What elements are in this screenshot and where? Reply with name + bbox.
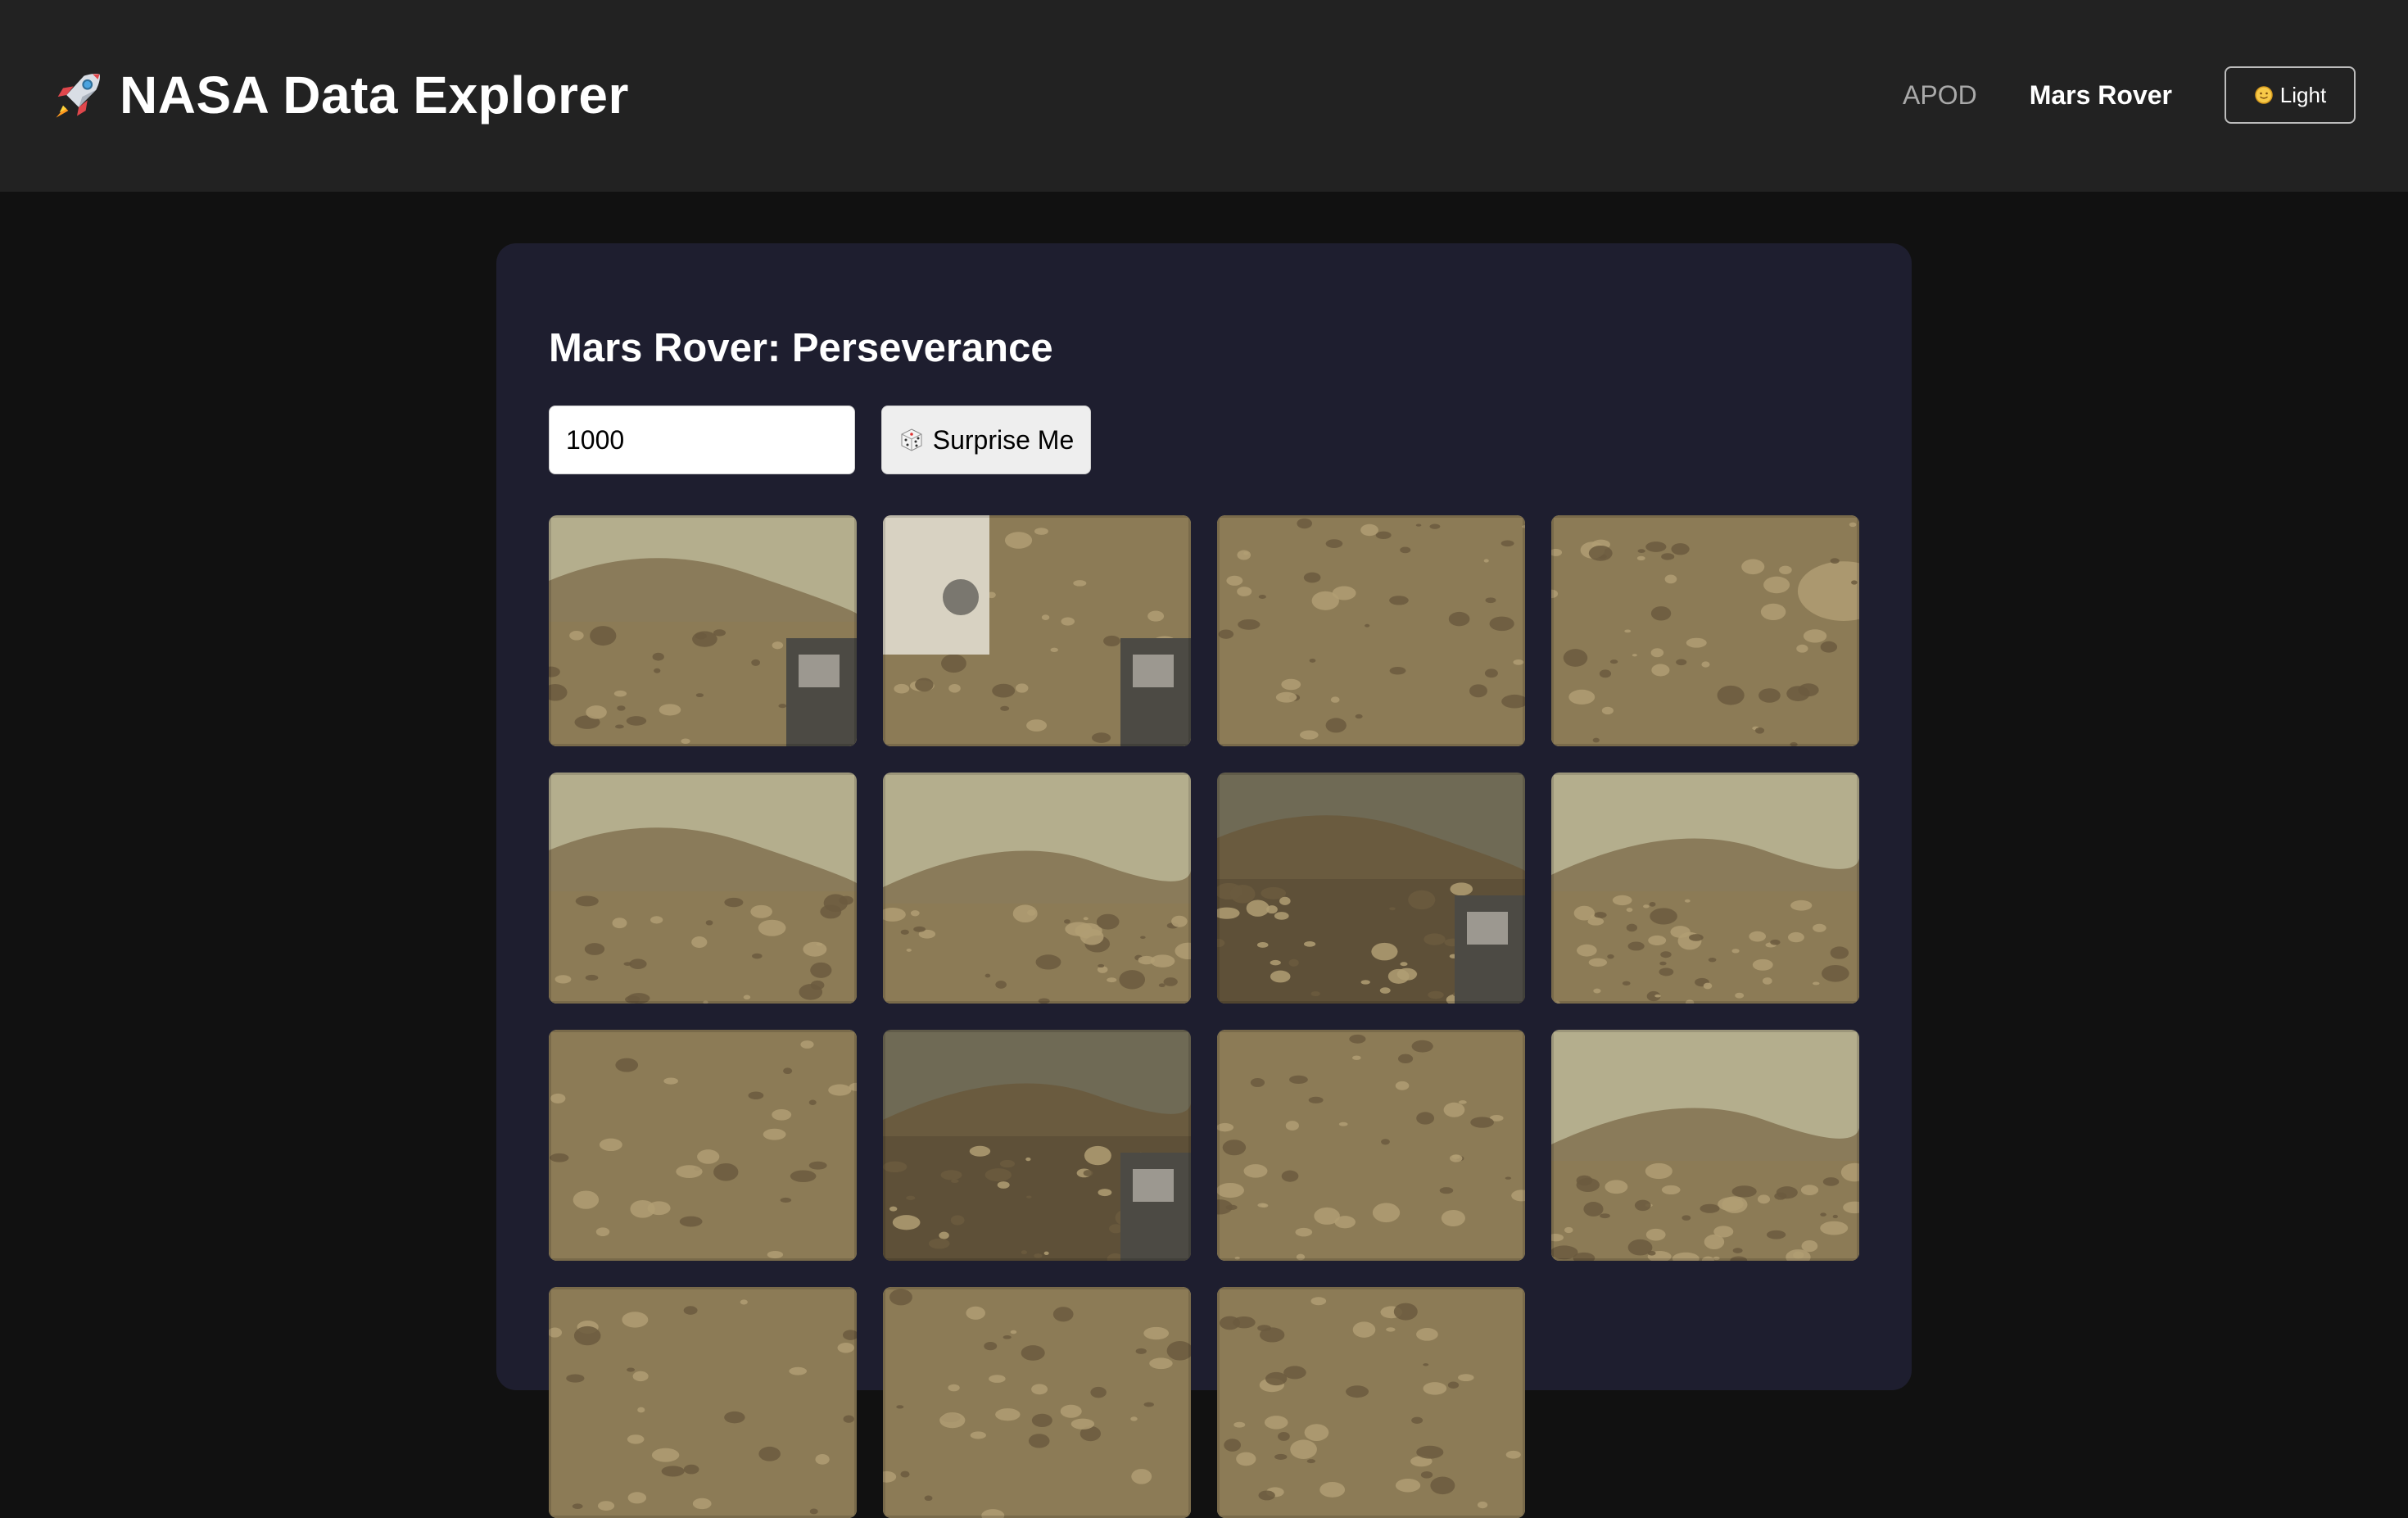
rover-photo-image [1551,515,1859,746]
rover-photo-image [883,773,1191,1004]
page-title: Mars Rover: Perseverance [549,326,1053,370]
rover-photo-image [1217,773,1525,1004]
rover-photo[interactable] [1217,1030,1525,1261]
rover-photo[interactable] [883,1287,1191,1518]
rover-photo-image [883,1030,1191,1261]
rover-photo[interactable] [549,1287,857,1518]
photo-grid [549,515,1859,1518]
theme-toggle-button[interactable]: Light [2225,66,2356,124]
rover-photo[interactable] [883,773,1191,1004]
app-header: NASA Data Explorer APOD Mars Rover Light [0,0,2408,192]
rover-photo-image [1217,1287,1525,1518]
rover-photo[interactable] [549,515,857,746]
theme-toggle-label: Light [2279,82,2327,107]
rover-photo-image [1551,773,1859,1004]
rover-photo[interactable] [1551,773,1859,1004]
nav-link-mars-rover[interactable]: Mars Rover [2030,80,2172,111]
rover-photo-image [1551,1030,1859,1261]
rover-photo-image [549,1287,857,1518]
rover-photo[interactable] [1551,515,1859,746]
surprise-me-label: Surprise Me [932,424,1075,455]
rover-photo[interactable] [1217,773,1525,1004]
dice-icon [898,427,925,453]
main-nav: APOD Mars Rover Light [1903,66,2356,125]
rover-photo-image [549,773,857,1004]
rover-photo[interactable] [1217,1287,1525,1518]
rover-photo[interactable] [549,1030,857,1261]
rover-photo-image [549,1030,857,1261]
rocket-icon [49,67,105,123]
rover-photo-image [549,515,857,746]
nav-link-apod[interactable]: APOD [1903,80,1977,111]
app-title: NASA Data Explorer [120,66,629,125]
rover-panel: Mars Rover: Perseverance Surprise Me [496,243,1912,1518]
brand: NASA Data Explorer [49,62,629,128]
rover-photo[interactable] [883,515,1191,746]
rover-photo[interactable] [1217,515,1525,746]
rover-photo[interactable] [883,1030,1191,1261]
rover-photo[interactable] [1551,1030,1859,1261]
rover-photo-image [1217,1030,1525,1261]
rover-photo-image [883,1287,1191,1518]
sun-icon [2254,85,2274,105]
sol-input[interactable] [549,406,855,474]
rover-photo-image [883,515,1191,746]
surprise-me-button[interactable]: Surprise Me [881,406,1091,474]
rover-photo-image [1217,515,1525,746]
rover-photo[interactable] [549,773,857,1004]
